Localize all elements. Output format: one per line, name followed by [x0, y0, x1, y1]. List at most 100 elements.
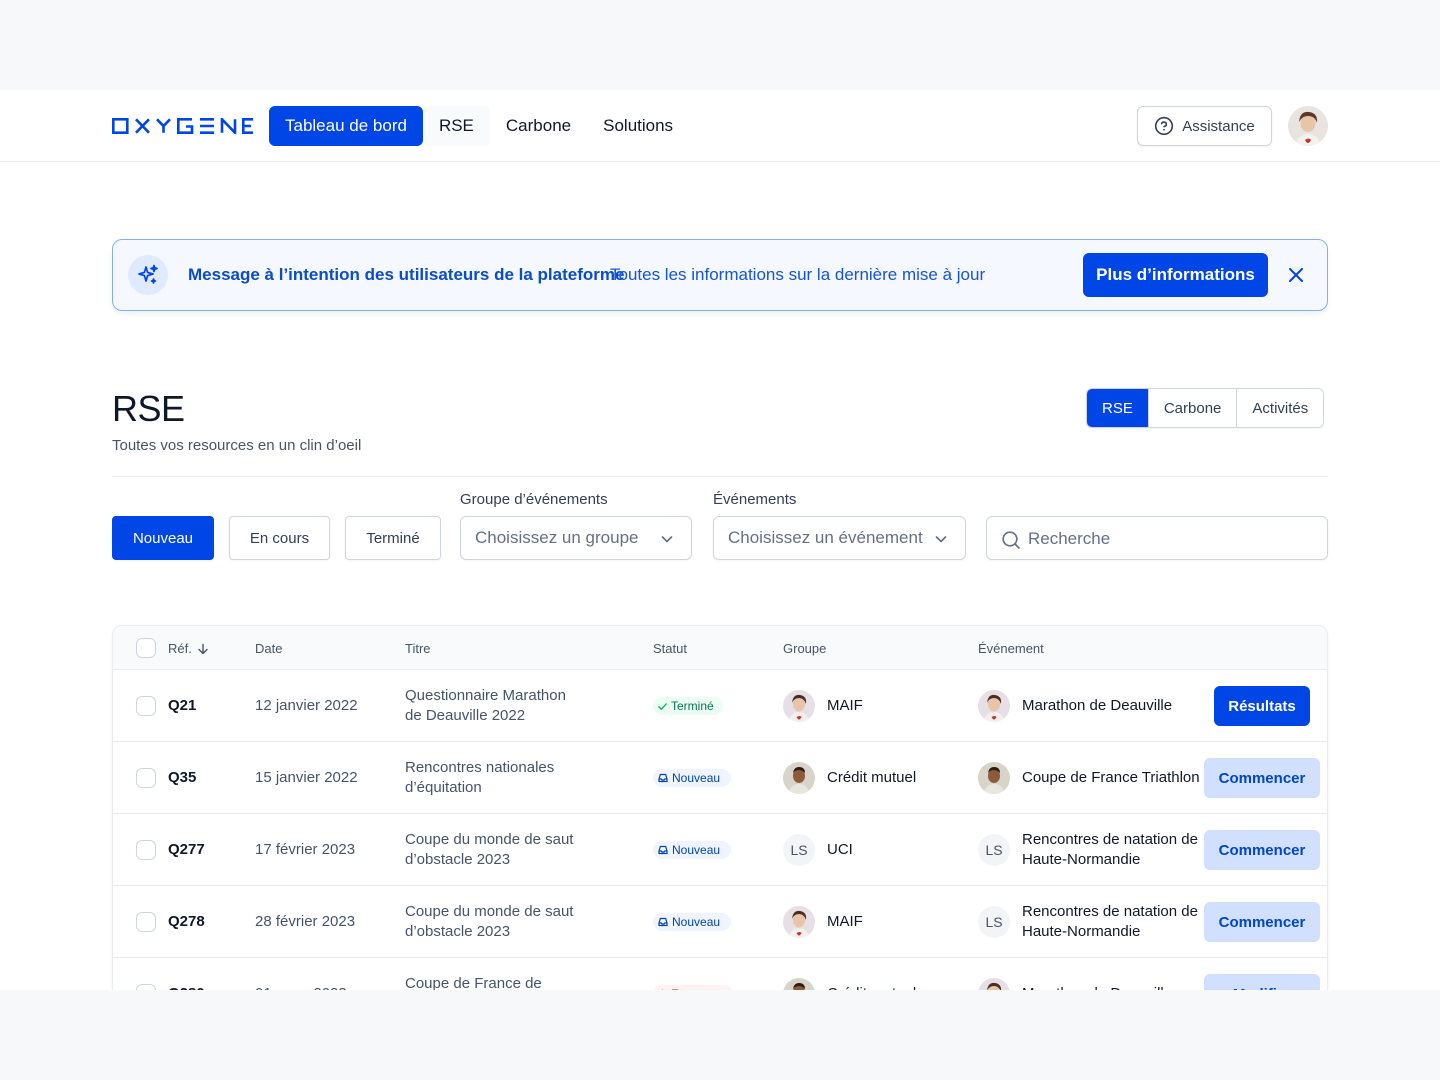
row-date: 01 mars 2023 [255, 985, 347, 990]
row-date: 15 janvier 2022 [255, 769, 358, 786]
more-info-button[interactable]: Plus d’informations [1083, 253, 1268, 297]
row-ref: Q280 [168, 985, 205, 990]
nav-item-tableau-de-bord[interactable]: Tableau de bord [269, 106, 423, 146]
status-badge: Nouveau [653, 769, 731, 787]
avatar-photo-woman [978, 978, 1010, 990]
status-badge: Terminé [653, 697, 723, 715]
row-action-button[interactable]: Commencer [1204, 830, 1320, 870]
row-date: 17 février 2023 [255, 841, 356, 858]
group-select[interactable]: Choisissez un groupe [460, 516, 692, 560]
status-label: Nouveau [672, 843, 721, 857]
avatar-photo-woman [783, 906, 815, 938]
event-select[interactable]: Choisissez un événement [713, 516, 966, 560]
row-title: Coupe du monde de saut d’obstacle 2023 [405, 903, 574, 940]
brand-logo[interactable] [112, 116, 254, 136]
avatar-photo-man [783, 978, 815, 990]
chevron-down-icon [659, 531, 675, 552]
announcement-banner: Message à l’intention des utilisateurs d… [112, 239, 1328, 311]
row-title: Rencontres nationales d’équitation [405, 759, 555, 796]
row-title: Coupe du monde de saut d’obstacle 2023 [405, 831, 574, 868]
table-row[interactable]: Q21 12 janvier 2022 Questionnaire Marathon… [113, 670, 1327, 742]
chevron-down-icon [933, 531, 949, 552]
group-name: UCI [827, 841, 853, 858]
row-date: 12 janvier 2022 [255, 697, 358, 714]
alert-icon [657, 989, 668, 990]
page-subtitle: Toutes vos resources en un clin d’oeil [112, 437, 362, 454]
row-action-button[interactable]: Modifier [1204, 974, 1320, 990]
avatar-photo-man [978, 762, 1010, 794]
event-avatar [978, 690, 1010, 722]
group-avatar [783, 762, 815, 794]
banner-title: Message à l’intention des utilisateurs d… [188, 265, 625, 284]
row-checkbox[interactable] [136, 984, 156, 990]
filter-en-cours-button[interactable]: En cours [229, 516, 330, 560]
avatar-photo-man [783, 762, 815, 794]
event-name: Marathon de Deauville [1022, 697, 1173, 714]
event-select-label: Événements [713, 491, 797, 508]
help-circle-icon [1154, 116, 1174, 136]
group-avatar [783, 690, 815, 722]
group-select-value: Choisissez un groupe [475, 528, 639, 547]
row-title: Questionnaire Marathon de Deauville 2022 [405, 687, 566, 724]
column-header-date: Date [255, 641, 283, 656]
status-label: Terminé [671, 699, 714, 713]
status-badge: En cours [653, 985, 733, 990]
select-all-checkbox[interactable] [136, 638, 156, 658]
inbox-icon [657, 772, 669, 784]
row-action-button[interactable]: Résultats [1214, 686, 1310, 726]
status-badge: Nouveau [653, 913, 731, 931]
group-avatar [783, 978, 815, 990]
table-row[interactable]: Q35 15 janvier 2022 Rencontres nationales … [113, 742, 1327, 814]
event-avatar [978, 762, 1010, 794]
arrow-down-icon [197, 643, 209, 655]
banner-text: Toutes les informations sur la dernière … [610, 265, 986, 284]
row-ref: Q21 [168, 697, 197, 714]
avatar-photo-woman [978, 690, 1010, 722]
row-checkbox[interactable] [136, 912, 156, 932]
section-switcher: RSE Carbone Activités [1086, 388, 1325, 428]
nav-item-solutions[interactable]: Solutions [587, 106, 689, 146]
status-label: Nouveau [672, 771, 721, 785]
user-avatar[interactable] [1288, 106, 1328, 146]
table-row[interactable]: Q280 01 mars 2023 Coupe de France de En cou… [113, 958, 1327, 990]
filter-termine-button[interactable]: Terminé [345, 516, 441, 560]
filter-nouveau-button[interactable]: Nouveau [112, 516, 214, 560]
search-input[interactable] [1028, 527, 1308, 551]
row-action-button[interactable]: Commencer [1204, 902, 1320, 942]
segment-activites[interactable]: Activités [1236, 389, 1324, 427]
column-header-title: Titre [405, 641, 431, 656]
close-icon[interactable] [1285, 264, 1307, 286]
segment-carbone[interactable]: Carbone [1147, 389, 1237, 427]
event-name: Rencontres de natation de Haute-Normandi… [1022, 831, 1198, 868]
status-label: Nouveau [672, 915, 721, 929]
page-title: RSE [112, 388, 185, 429]
row-ref: Q277 [168, 841, 205, 858]
row-checkbox[interactable] [136, 840, 156, 860]
app-page: Tableau de bord RSE Carbone Solutions As… [0, 90, 1440, 990]
nav-item-carbone[interactable]: Carbone [490, 106, 587, 146]
group-name: MAIF [827, 697, 863, 714]
row-ref: Q278 [168, 913, 205, 930]
check-icon [657, 701, 668, 712]
column-header-ref[interactable]: Réf. [168, 641, 209, 656]
oxygene-logo-icon [112, 118, 253, 134]
group-name: MAIF [827, 913, 863, 930]
sparkles-icon [128, 255, 168, 295]
row-checkbox[interactable] [136, 696, 156, 716]
segment-rse[interactable]: RSE [1087, 389, 1148, 427]
table-row[interactable]: Q278 28 février 2023 Coupe du monde de sau… [113, 886, 1327, 958]
section-divider [112, 476, 1328, 477]
search-field [986, 516, 1328, 560]
group-avatar: LS [783, 834, 815, 866]
event-name: Coupe de France Triathlon [1022, 769, 1200, 786]
top-navigation: Tableau de bord RSE Carbone Solutions As… [0, 90, 1440, 162]
table-row[interactable]: Q277 17 février 2023 Coupe du monde de sau… [113, 814, 1327, 886]
column-ref-label: Réf. [168, 641, 192, 656]
nav-item-rse[interactable]: RSE [422, 106, 490, 146]
group-name: Crédit mutuel [827, 769, 917, 786]
assistance-button[interactable]: Assistance [1137, 106, 1272, 146]
row-checkbox[interactable] [136, 768, 156, 788]
column-header-event: Événement [978, 641, 1044, 656]
group-select-label: Groupe d’événements [460, 491, 608, 508]
row-action-button[interactable]: Commencer [1204, 758, 1320, 798]
